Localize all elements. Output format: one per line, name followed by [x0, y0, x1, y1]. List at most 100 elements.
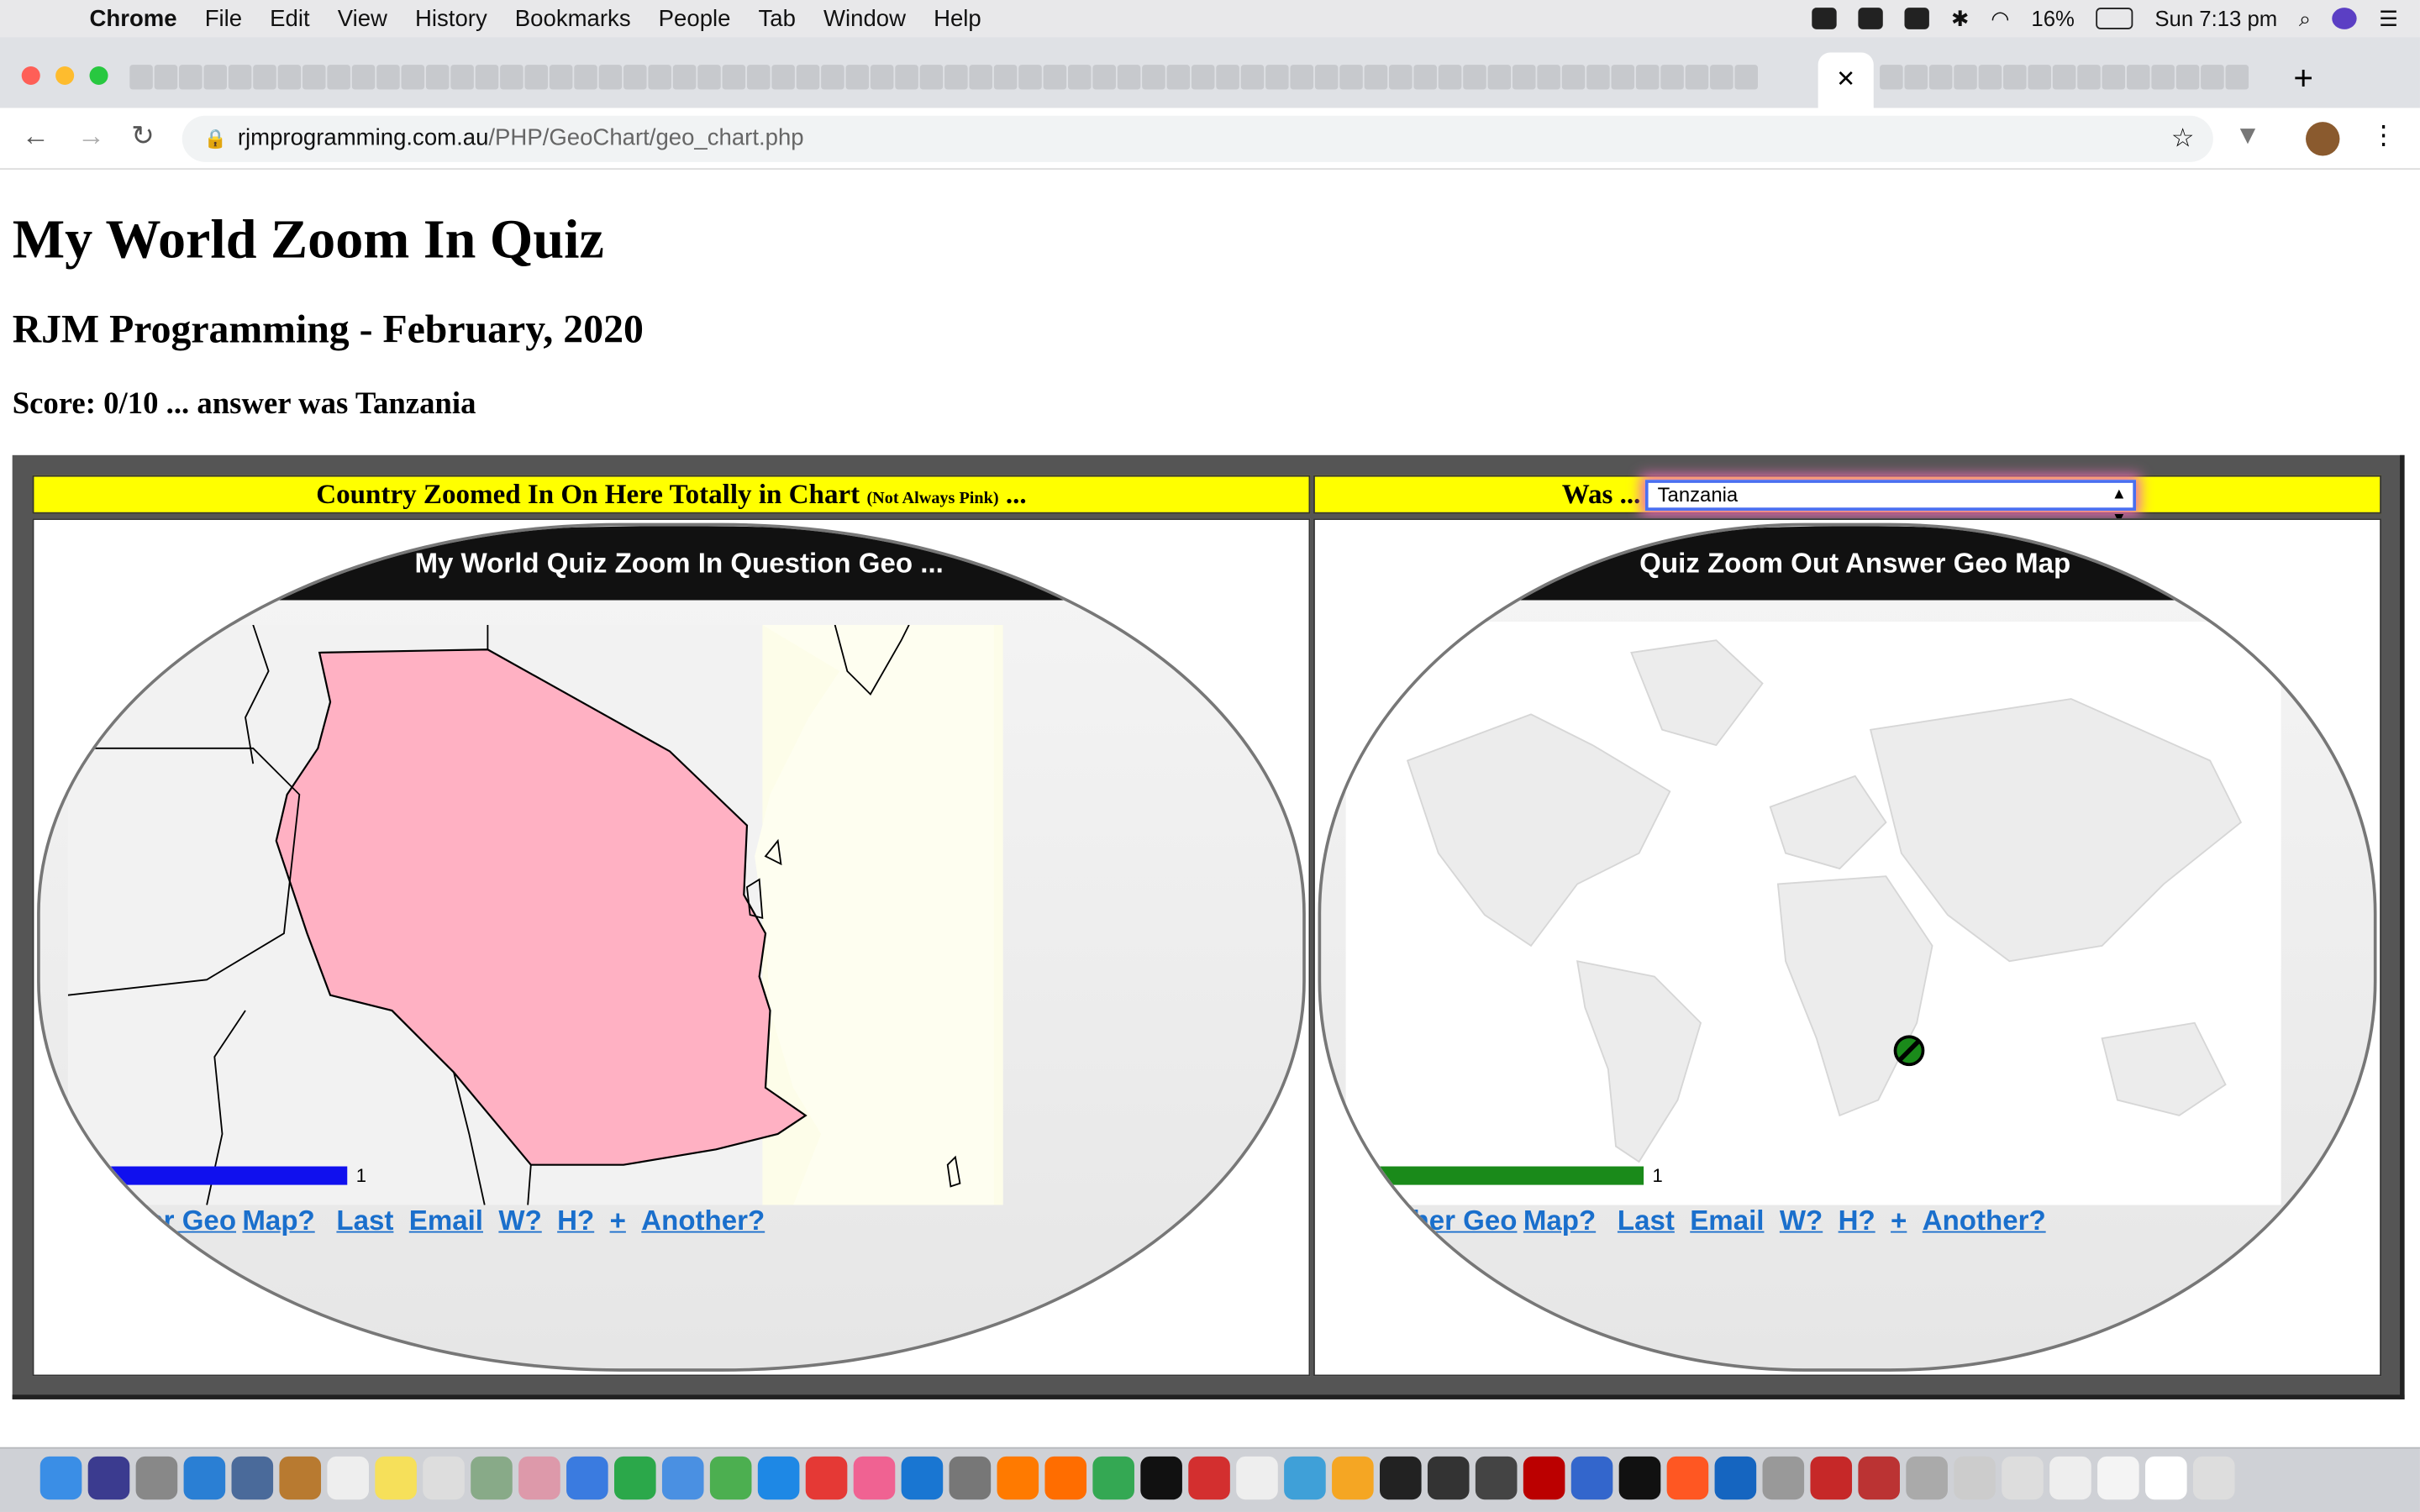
tab-favicon-icon[interactable] — [203, 65, 227, 90]
tab-favicon-icon[interactable] — [1142, 65, 1165, 90]
last-link[interactable]: Last — [1618, 1205, 1675, 1237]
url-text[interactable]: rjmprogramming.com.au/PHP/GeoChart/geo_c… — [238, 116, 804, 162]
tab-favicon-icon[interactable] — [1389, 65, 1413, 90]
tab-favicon-icon[interactable] — [549, 65, 573, 90]
dock-app-icon[interactable] — [949, 1456, 992, 1500]
clock[interactable]: Sun 7:13 pm — [2154, 6, 2277, 30]
dock-app-icon[interactable] — [327, 1456, 369, 1500]
dock-app-icon[interactable] — [279, 1456, 322, 1500]
tab-favicon-icon[interactable] — [969, 65, 992, 90]
tab-favicon-icon[interactable] — [895, 65, 918, 90]
dock-app-icon[interactable] — [1666, 1456, 1709, 1500]
plus-link[interactable]: + — [610, 1205, 626, 1237]
tab-favicon-icon[interactable] — [1561, 65, 1586, 90]
tab-favicon-icon[interactable] — [1635, 65, 1660, 90]
tab-favicon-icon[interactable] — [1611, 65, 1635, 90]
dock-app-icon[interactable] — [1906, 1456, 1948, 1500]
tab-favicon-icon[interactable] — [2126, 65, 2150, 90]
menu-edit[interactable]: Edit — [270, 5, 309, 31]
lock-icon[interactable]: 🔒 — [203, 116, 226, 162]
tab-favicon-icon[interactable] — [1685, 65, 1709, 90]
minimize-window-button[interactable] — [55, 66, 75, 86]
tab-favicon-icon[interactable] — [919, 65, 944, 90]
tab-favicon-icon[interactable] — [574, 65, 597, 90]
dock-app-icon[interactable] — [709, 1456, 752, 1500]
menu-kebab-icon[interactable]: ⋮ — [2370, 120, 2396, 151]
dock-app-icon[interactable] — [1284, 1456, 1326, 1500]
dock-app-icon[interactable] — [1714, 1456, 1757, 1500]
tab-close-icon[interactable]: ✕ — [1836, 66, 1855, 92]
menu-history[interactable]: History — [415, 5, 487, 31]
tab-favicon-icon[interactable] — [1166, 65, 1191, 90]
tab-favicon-icon[interactable] — [425, 65, 450, 90]
tab-favicon-icon[interactable] — [1314, 65, 1339, 90]
dock-app-icon[interactable] — [518, 1456, 560, 1500]
tab-favicon-icon[interactable] — [993, 65, 1018, 90]
dock-app-icon[interactable] — [1092, 1456, 1134, 1500]
email-link[interactable]: Email — [1690, 1205, 1764, 1237]
siri-icon[interactable] — [2333, 8, 2358, 29]
menu-file[interactable]: File — [205, 5, 242, 31]
tab-favicon-icon[interactable] — [1438, 65, 1462, 90]
address-bar[interactable]: 🔒 rjmprogramming.com.au/PHP/GeoChart/geo… — [182, 115, 2213, 162]
tab-favicon-icon[interactable] — [376, 65, 400, 90]
tab-favicon-icon[interactable] — [1487, 65, 1512, 90]
tab-favicon-icon[interactable] — [253, 65, 276, 90]
dock-app-icon[interactable] — [39, 1456, 82, 1500]
spotlight-search-icon[interactable]: ⌕ — [2299, 5, 2311, 31]
tab-favicon-icon[interactable] — [2175, 65, 2200, 90]
tab-favicon-icon[interactable] — [1586, 65, 1610, 90]
menu-view[interactable]: View — [338, 5, 387, 31]
forward-icon[interactable]: → — [77, 120, 105, 153]
dock-app-icon[interactable] — [1954, 1456, 1996, 1500]
battery-icon[interactable] — [2096, 8, 2133, 29]
tab-favicon-icon[interactable] — [524, 65, 549, 90]
dock-app-icon[interactable] — [1380, 1456, 1422, 1500]
dock-app-icon[interactable] — [1188, 1456, 1230, 1500]
airplay-icon[interactable] — [1904, 8, 1930, 29]
wifi-icon[interactable]: ◠ — [1991, 5, 2009, 31]
map-link[interactable]: Map? — [242, 1205, 314, 1237]
menu-window[interactable]: Window — [823, 5, 906, 31]
tab-favicon-icon[interactable] — [2003, 65, 2027, 90]
email-link[interactable]: Email — [409, 1205, 483, 1237]
tab-favicon-icon[interactable] — [129, 65, 153, 90]
dock-app-icon[interactable] — [1427, 1456, 1470, 1500]
tab-favicon-icon[interactable] — [475, 65, 499, 90]
tab-favicon-icon[interactable] — [154, 65, 178, 90]
dock-app-icon[interactable] — [87, 1456, 130, 1500]
tab-favicon-icon[interactable] — [1512, 65, 1536, 90]
tab-favicon-icon[interactable] — [648, 65, 671, 90]
menu-people[interactable]: People — [659, 5, 731, 31]
world-geo-map[interactable] — [1345, 622, 2281, 1205]
dock-app-icon[interactable] — [231, 1456, 274, 1500]
tab-favicon-icon[interactable] — [302, 65, 326, 90]
dock-app-icon[interactable] — [1523, 1456, 1565, 1500]
tab-favicon-icon[interactable] — [2225, 65, 2249, 90]
dock-app-icon[interactable] — [853, 1456, 896, 1500]
dock-app-icon[interactable] — [614, 1456, 656, 1500]
bluetooth-icon[interactable]: ✱ — [1951, 5, 1970, 31]
zoomed-geo-map[interactable] — [67, 624, 1003, 1205]
dock-app-icon[interactable] — [2097, 1456, 2139, 1500]
menu-bookmarks[interactable]: Bookmarks — [515, 5, 631, 31]
dock-app-icon[interactable] — [375, 1456, 417, 1500]
malwarebytes-icon[interactable] — [1858, 8, 1884, 29]
tab-favicon-icon[interactable] — [1067, 65, 1092, 90]
tab-favicon-icon[interactable] — [697, 65, 721, 90]
tab-favicon-icon[interactable] — [2052, 65, 2076, 90]
tab-favicon-icon[interactable] — [401, 65, 425, 90]
tab-favicon-icon[interactable] — [1092, 65, 1116, 90]
tab-favicon-icon[interactable] — [1240, 65, 1265, 90]
tab-favicon-icon[interactable] — [771, 65, 795, 90]
w-link[interactable]: W? — [498, 1205, 541, 1237]
tab-favicon-icon[interactable] — [1537, 65, 1560, 90]
tab-favicon-icon[interactable] — [179, 65, 203, 90]
tab-favicon-icon[interactable] — [796, 65, 820, 90]
plus-link[interactable]: + — [1891, 1205, 1907, 1237]
dock-app-icon[interactable] — [1618, 1456, 1661, 1500]
tab-favicon-icon[interactable] — [1660, 65, 1684, 90]
last-link[interactable]: Last — [336, 1205, 393, 1237]
dock-app-icon[interactable] — [1762, 1456, 1805, 1500]
tab-favicon-icon[interactable] — [277, 65, 302, 90]
